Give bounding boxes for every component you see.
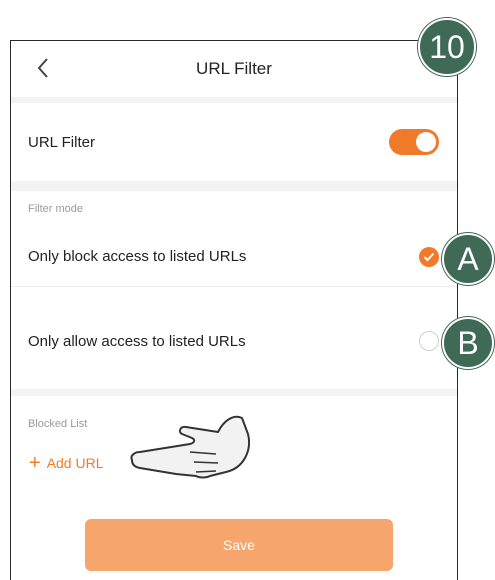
- checkmark-icon: [423, 252, 435, 261]
- callout-a-badge: A: [442, 233, 494, 285]
- add-url-button[interactable]: + Add URL: [29, 453, 104, 473]
- step-number-badge: 10: [418, 18, 476, 76]
- radio-block-selected[interactable]: [419, 246, 439, 267]
- pointing-hand-icon: [130, 415, 250, 479]
- save-button[interactable]: Save: [85, 519, 393, 571]
- callout-b-badge: B: [442, 317, 494, 369]
- header-bar: URL Filter: [11, 41, 457, 97]
- plus-icon: +: [29, 452, 41, 474]
- blocked-list-label: Blocked List: [28, 418, 88, 430]
- page-title: URL Filter: [196, 59, 272, 78]
- radio-allow-unselected[interactable]: [419, 331, 439, 351]
- url-filter-toggle[interactable]: [389, 129, 439, 155]
- option-allow-label: Only allow access to listed URLs: [28, 332, 246, 350]
- chevron-left-icon: [37, 58, 48, 78]
- url-filter-screen: URL Filter URL Filter Filter mode Only b…: [10, 40, 458, 580]
- filter-mode-label: Filter mode: [28, 203, 84, 215]
- add-url-label: Add URL: [46, 455, 104, 471]
- url-filter-label: URL Filter: [28, 133, 95, 151]
- toggle-knob: [416, 132, 436, 152]
- back-button[interactable]: [29, 53, 57, 83]
- option-allow-listed[interactable]: Only allow access to listed URLs: [11, 311, 457, 371]
- url-filter-row: URL Filter: [11, 103, 457, 181]
- option-block-label: Only block access to listed URLs: [28, 248, 247, 265]
- option-block-listed[interactable]: Only block access to listed URLs: [11, 227, 457, 287]
- filter-mode-section: Filter mode Only block access to listed …: [11, 191, 457, 389]
